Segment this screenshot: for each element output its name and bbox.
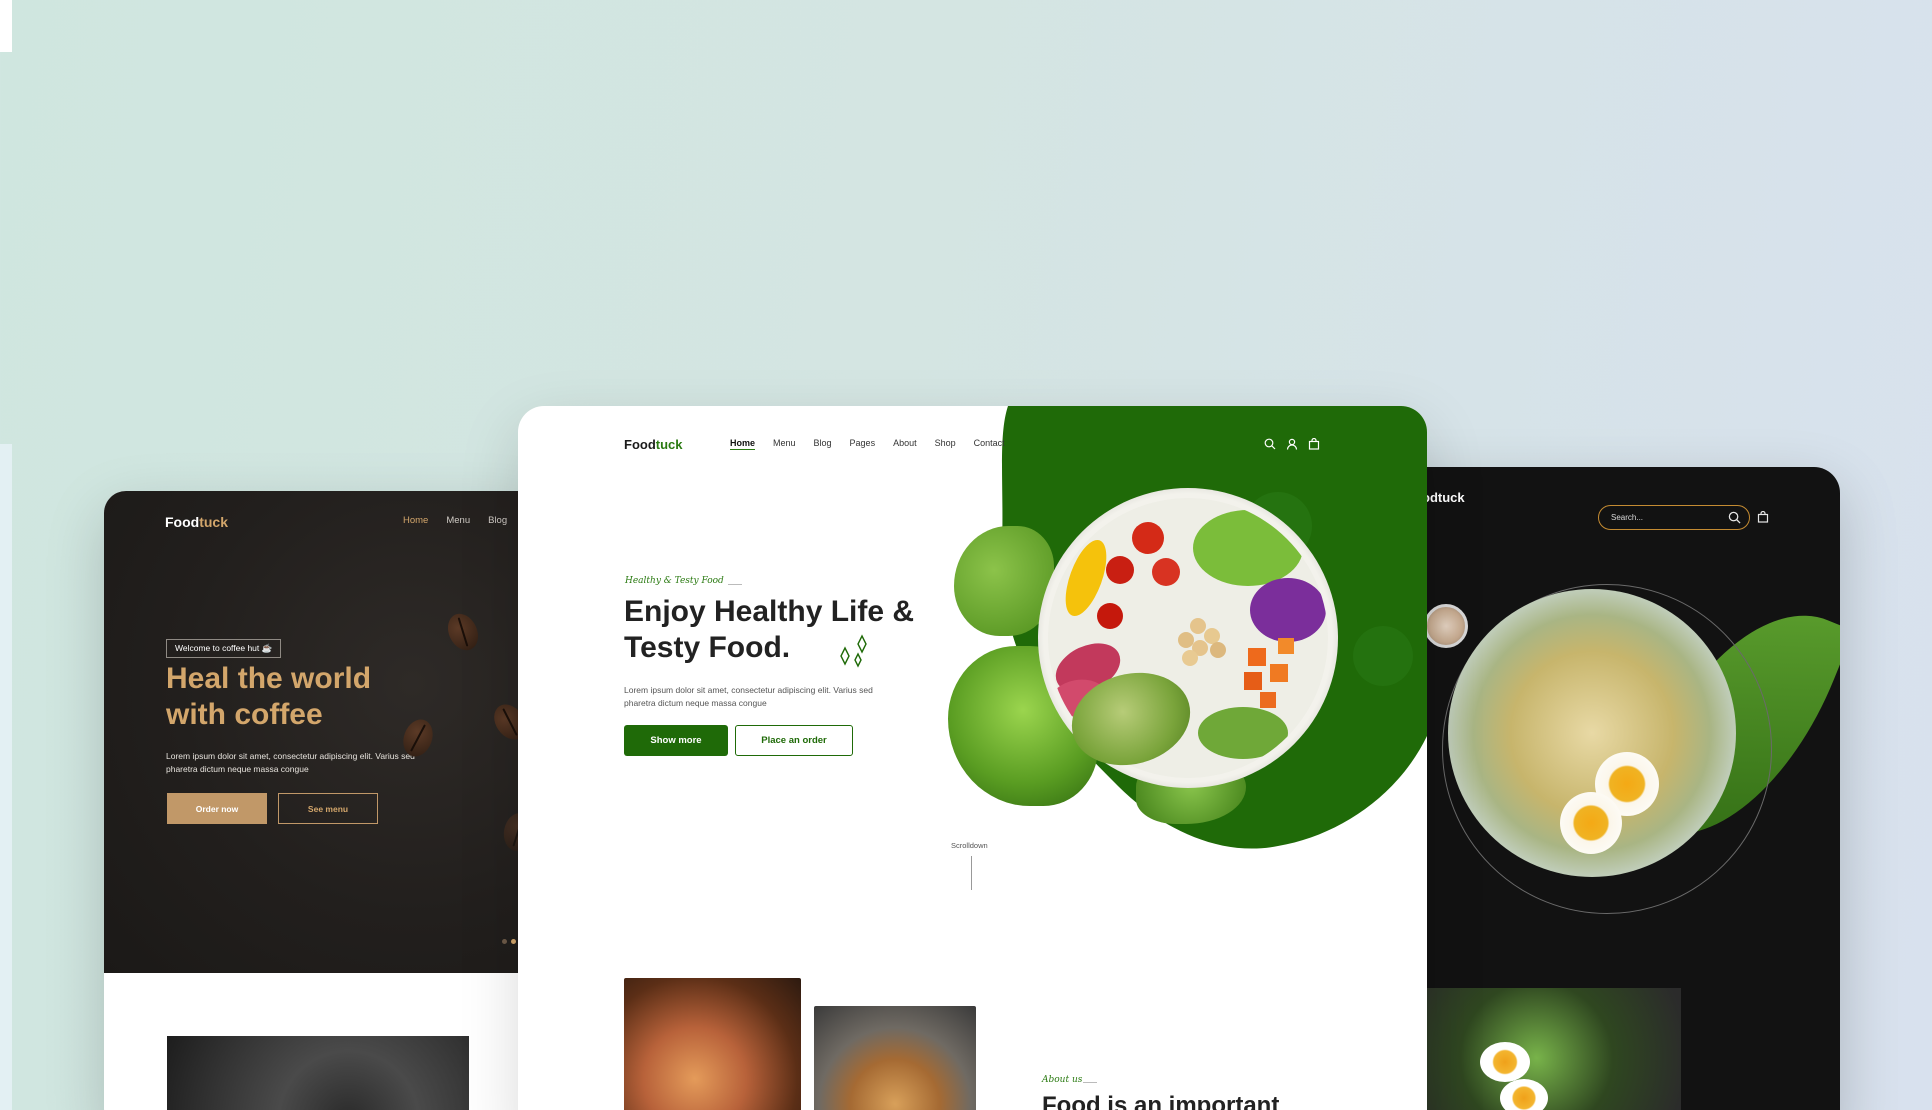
egg-image bbox=[1480, 1042, 1530, 1082]
sparkle-icon bbox=[840, 634, 867, 668]
nav-about[interactable]: About bbox=[893, 438, 917, 450]
food-photo-hands bbox=[624, 978, 801, 1110]
food-photo-fried bbox=[814, 1006, 976, 1110]
coffee-nav: Home Menu Blog bbox=[403, 515, 507, 526]
order-now-button[interactable]: Order now bbox=[167, 793, 267, 824]
egg-image bbox=[1500, 1079, 1548, 1110]
scrolldown-line bbox=[971, 856, 972, 890]
coffee-logo[interactable]: Foodtuck bbox=[165, 514, 228, 530]
coffee-nav-blog[interactable]: Blog bbox=[488, 515, 507, 526]
healthy-food-preview-card: Foodtuck Home Menu Blog Pages About Shop… bbox=[518, 406, 1427, 1110]
search-placeholder: Search... bbox=[1611, 513, 1644, 522]
welcome-badge: Welcome to coffee hut ☕ bbox=[166, 639, 282, 658]
search-input[interactable]: Search... bbox=[1598, 505, 1750, 530]
tagline-divider bbox=[728, 584, 742, 585]
hero-tagline: Healthy & Testy Food bbox=[625, 576, 724, 586]
coffee-nav-menu[interactable]: Menu bbox=[446, 515, 470, 526]
about-title: Food is an important bbox=[1042, 1092, 1280, 1110]
nav-pages[interactable]: Pages bbox=[850, 438, 876, 450]
coffee-hero-title: Heal the world with coffee bbox=[166, 662, 372, 731]
sauce-bowl-image bbox=[1424, 604, 1468, 648]
user-icon[interactable] bbox=[1286, 438, 1298, 450]
show-more-button[interactable]: Show more bbox=[624, 725, 728, 756]
dark-food-logo[interactable]: odtuck bbox=[1422, 490, 1465, 505]
place-order-button[interactable]: Place an order bbox=[735, 725, 853, 756]
egg-image bbox=[1560, 792, 1622, 854]
background-strip bbox=[0, 0, 12, 52]
nav-shop[interactable]: Shop bbox=[935, 438, 956, 450]
hero-title: Enjoy Healthy Life & Testy Food. bbox=[624, 595, 915, 664]
coffee-preview-card: Foodtuck Home Menu Blog Welcome to coffe… bbox=[104, 491, 544, 1110]
search-icon[interactable] bbox=[1728, 511, 1741, 524]
about-divider bbox=[1083, 1082, 1097, 1083]
coffee-hero-description: Lorem ipsum dolor sit amet, consectetur … bbox=[166, 751, 415, 774]
see-menu-button[interactable]: See menu bbox=[278, 793, 378, 824]
foodtuck-logo[interactable]: Foodtuck bbox=[624, 437, 683, 452]
main-nav: Home Menu Blog Pages About Shop Contact bbox=[730, 438, 1005, 450]
bag-icon[interactable] bbox=[1308, 438, 1320, 450]
about-tag: About us bbox=[1042, 1075, 1083, 1085]
coffee-hero: Foodtuck Home Menu Blog Welcome to coffe… bbox=[104, 491, 544, 973]
coffee-photo bbox=[167, 1036, 469, 1110]
scrolldown-label[interactable]: Scrolldown bbox=[951, 841, 988, 850]
coffee-nav-home[interactable]: Home bbox=[403, 515, 428, 526]
nav-contact[interactable]: Contact bbox=[974, 438, 1005, 450]
nav-menu[interactable]: Menu bbox=[773, 438, 796, 450]
coffee-bean-image bbox=[442, 608, 484, 656]
header-icons bbox=[1264, 438, 1320, 450]
bag-icon[interactable] bbox=[1757, 511, 1769, 523]
search-icon[interactable] bbox=[1264, 438, 1276, 450]
nav-blog[interactable]: Blog bbox=[814, 438, 832, 450]
nav-home[interactable]: Home bbox=[730, 438, 756, 450]
background-strip bbox=[0, 444, 12, 1110]
carousel-dots[interactable] bbox=[502, 939, 516, 944]
hero-description: Lorem ipsum dolor sit amet, consectetur … bbox=[624, 685, 873, 708]
